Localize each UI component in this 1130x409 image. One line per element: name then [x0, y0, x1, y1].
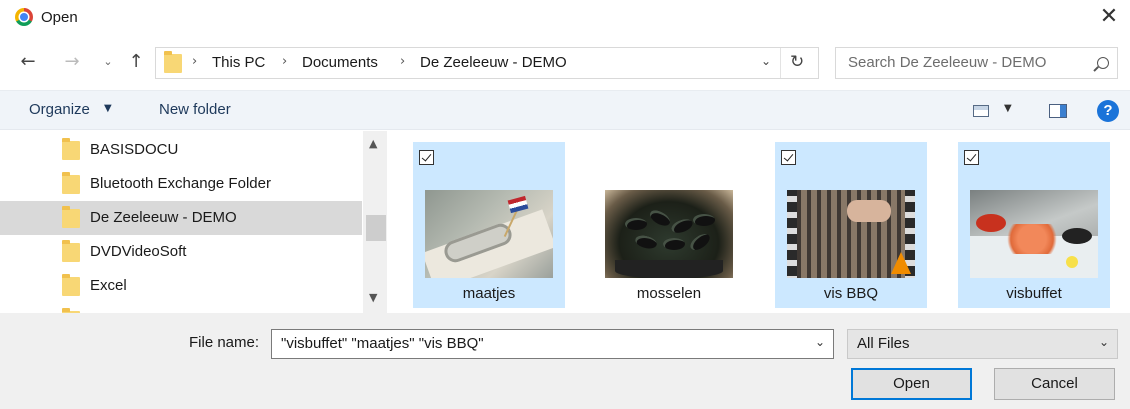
- folder-icon: [62, 274, 80, 296]
- tree-item-label: Bluetooth Exchange Folder: [90, 175, 271, 192]
- breadcrumb-separator[interactable]: ›: [400, 54, 405, 69]
- file-name-label: maatjes: [462, 285, 516, 302]
- chrome-icon: [15, 8, 33, 26]
- file-name-value[interactable]: "visbuffet" "maatjes" "vis BBQ": [281, 335, 484, 352]
- folder-icon: [62, 172, 80, 194]
- refresh-icon[interactable]: ↻: [790, 52, 804, 72]
- tree-item-label: DVDVideoSoft: [90, 243, 187, 260]
- file-name-label: visbuffet: [1006, 285, 1062, 302]
- video-thumbnail: [787, 190, 915, 278]
- title-bar: Open ✕: [0, 0, 1130, 36]
- folder-icon: [62, 206, 80, 228]
- tree-item-excel[interactable]: Excel: [0, 269, 362, 303]
- file-type-select[interactable]: All Files ⌄: [847, 329, 1118, 359]
- chevron-down-icon[interactable]: ⌄: [1099, 335, 1109, 349]
- search-icon[interactable]: [1097, 57, 1109, 69]
- divider: [780, 48, 781, 78]
- tree-item-partial[interactable]: [0, 303, 362, 313]
- address-bar[interactable]: › This PC › Documents › De Zeeleeuw - DE…: [155, 47, 819, 79]
- file-tile-visbuffet[interactable]: visbuffet: [958, 142, 1110, 308]
- tree-item-label: BASISDOCU: [90, 141, 179, 158]
- arrow-left-icon[interactable]: ←: [17, 49, 39, 75]
- chevron-down-icon[interactable]: ⌄: [761, 54, 771, 68]
- chevron-down-icon[interactable]: ⌄: [97, 49, 119, 75]
- help-icon[interactable]: ?: [1097, 100, 1119, 122]
- breadcrumb-documents[interactable]: Documents: [302, 54, 378, 71]
- breadcrumb-separator[interactable]: ›: [192, 54, 197, 69]
- organize-button[interactable]: Organize: [29, 101, 90, 118]
- scroll-down-icon[interactable]: ▼: [369, 291, 377, 304]
- tree-item-label: De Zeeleeuw - DEMO: [90, 209, 237, 226]
- change-view-icon[interactable]: [973, 105, 989, 117]
- file-tile-maatjes[interactable]: maatjes: [413, 142, 565, 308]
- search-input[interactable]: Search De Zeeleeuw - DEMO: [835, 47, 1118, 79]
- file-name-label: mosselen: [636, 285, 702, 302]
- file-name-input[interactable]: "visbuffet" "maatjes" "vis BBQ" ⌄: [271, 329, 834, 359]
- command-bar: Organize ▼ New folder ▼ ?: [0, 90, 1130, 130]
- tree-item-dvdvideosoft[interactable]: DVDVideoSoft: [0, 235, 362, 269]
- open-button[interactable]: Open: [851, 368, 972, 400]
- file-name-label: File name:: [189, 334, 260, 351]
- scroll-up-icon[interactable]: ▲: [369, 137, 377, 150]
- window-title: Open: [41, 9, 78, 26]
- cancel-button[interactable]: Cancel: [994, 368, 1115, 400]
- checkbox-icon[interactable]: [781, 150, 796, 165]
- navigation-bar: ← → ⌄ ↑ › This PC › Documents › De Zeele…: [0, 40, 1130, 84]
- breadcrumb-current-folder[interactable]: De Zeeleeuw - DEMO: [420, 54, 567, 71]
- image-thumbnail: [970, 190, 1098, 278]
- chevron-down-icon[interactable]: ⌄: [815, 335, 825, 349]
- file-name-label: vis BBQ: [823, 285, 879, 302]
- navigation-pane: BASISDOCU Bluetooth Exchange Folder De Z…: [0, 131, 387, 313]
- new-folder-button[interactable]: New folder: [159, 101, 231, 118]
- search-placeholder: Search De Zeeleeuw - DEMO: [848, 54, 1047, 71]
- image-thumbnail: [425, 190, 553, 278]
- tree-item-label: Excel: [90, 277, 127, 294]
- breadcrumb-separator[interactable]: ›: [282, 54, 287, 69]
- tree-item-bluetooth-exchange-folder[interactable]: Bluetooth Exchange Folder: [0, 167, 362, 201]
- vlc-icon: [891, 252, 911, 274]
- tree-item-de-zeeleeuw-demo[interactable]: De Zeeleeuw - DEMO: [0, 201, 362, 235]
- breadcrumb-this-pc[interactable]: This PC: [212, 54, 265, 71]
- close-icon[interactable]: ✕: [1096, 4, 1122, 30]
- arrow-up-icon[interactable]: ↑: [125, 49, 147, 75]
- file-tile-mosselen[interactable]: mosselen: [593, 142, 745, 308]
- vertical-scrollbar[interactable]: ▲ ▼: [363, 131, 387, 313]
- caret-down-icon[interactable]: ▼: [104, 103, 112, 114]
- file-list: maatjes mosselen vis BBQ visbuffet: [392, 131, 1130, 313]
- checkbox-icon[interactable]: [419, 150, 434, 165]
- preview-pane-icon[interactable]: [1049, 104, 1067, 118]
- dialog-footer: File name: "visbuffet" "maatjes" "vis BB…: [0, 313, 1130, 409]
- folder-icon: [62, 240, 80, 262]
- arrow-right-icon[interactable]: →: [61, 49, 83, 75]
- tree-item-basisdocu[interactable]: BASISDOCU: [0, 133, 362, 167]
- checkbox-icon[interactable]: [964, 150, 979, 165]
- caret-down-icon[interactable]: ▼: [1004, 103, 1012, 114]
- image-thumbnail: [605, 190, 733, 278]
- scrollbar-thumb[interactable]: [366, 215, 386, 241]
- file-type-value: All Files: [857, 335, 910, 352]
- file-tile-vis-bbq[interactable]: vis BBQ: [775, 142, 927, 308]
- folder-icon: [164, 51, 182, 73]
- folder-icon: [62, 138, 80, 160]
